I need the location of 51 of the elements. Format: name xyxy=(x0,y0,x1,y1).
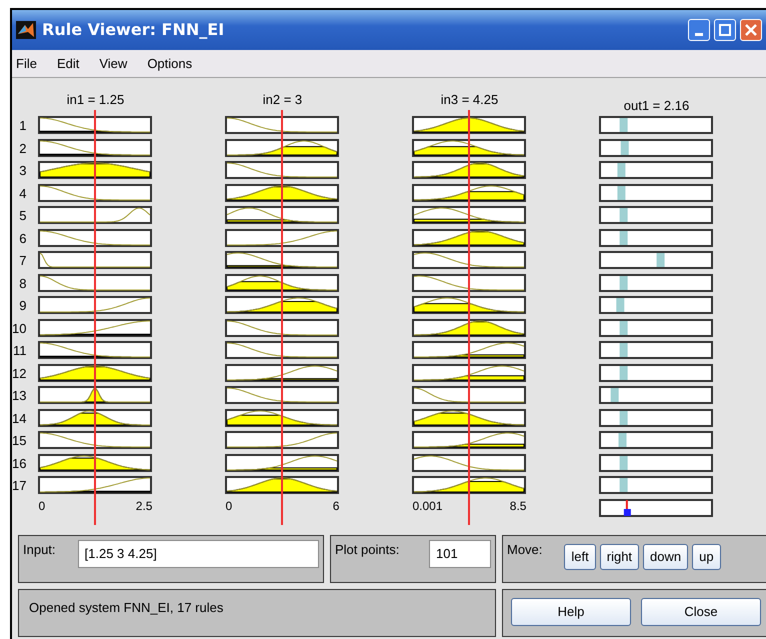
maximize-button[interactable] xyxy=(714,19,736,41)
rule-number: 7 xyxy=(19,252,26,270)
dialog-button[interactable]: Close xyxy=(641,598,761,626)
move-button[interactable]: right xyxy=(600,544,640,570)
close-icon xyxy=(745,24,757,36)
rule-number: 15 xyxy=(12,432,26,450)
rule-number: 6 xyxy=(19,230,26,248)
rule-number: 5 xyxy=(19,207,26,225)
rule-number: 11 xyxy=(12,342,26,360)
column-heading: in1 = 1.25 xyxy=(66,91,126,109)
move-button[interactable]: left xyxy=(564,544,596,570)
app-logo-icon xyxy=(16,21,36,39)
rule-number: 12 xyxy=(12,364,26,382)
axis-label: 0.001 xyxy=(412,498,442,514)
menu-item[interactable]: View xyxy=(99,54,128,74)
rule-number: 1 xyxy=(19,117,26,135)
dialog-button[interactable]: Help xyxy=(511,598,631,626)
input-field[interactable]: [1.25 3 4.25] xyxy=(78,540,319,568)
status-text: Opened system FNN_EI, 17 rules xyxy=(29,599,224,617)
menu-item[interactable]: File xyxy=(16,54,37,74)
rule-number: 2 xyxy=(19,140,26,158)
menu-item[interactable]: Options xyxy=(147,54,192,74)
axis-label: 6 xyxy=(332,498,340,514)
axis-label: 0 xyxy=(38,498,46,514)
move-button[interactable]: up xyxy=(692,544,721,570)
rule-number: 16 xyxy=(12,454,26,472)
column-heading: out1 = 2.16 xyxy=(622,97,690,115)
rule-number: 14 xyxy=(12,410,26,428)
rule-number: 10 xyxy=(12,320,26,338)
maximize-icon xyxy=(719,24,731,36)
move-button[interactable]: down xyxy=(643,544,688,570)
column-heading: in2 = 3 xyxy=(262,91,304,109)
rule-number: 8 xyxy=(19,274,26,292)
plot-points-label: Plot points: xyxy=(335,541,400,559)
rule-number: 17 xyxy=(12,477,26,495)
input-label: Input: xyxy=(23,541,56,559)
close-window-button[interactable] xyxy=(740,19,762,41)
menu-item[interactable]: Edit xyxy=(56,54,80,74)
axis-label: 8.5 xyxy=(510,498,526,514)
rule-number: 9 xyxy=(19,297,26,315)
column-heading: in3 = 4.25 xyxy=(440,91,500,109)
axis-label: 2.5 xyxy=(136,498,152,514)
axis-label: 0 xyxy=(225,498,232,514)
rule-number: 13 xyxy=(12,387,26,405)
plot-points-field[interactable]: 101 xyxy=(429,540,491,568)
minimize-button[interactable] xyxy=(688,19,710,41)
window-title: Rule Viewer: FNN_EI xyxy=(42,19,224,41)
minimize-icon xyxy=(695,32,703,36)
rule-number: 3 xyxy=(19,162,26,180)
rule-number: 4 xyxy=(19,184,26,202)
move-label: Move: xyxy=(507,541,542,559)
